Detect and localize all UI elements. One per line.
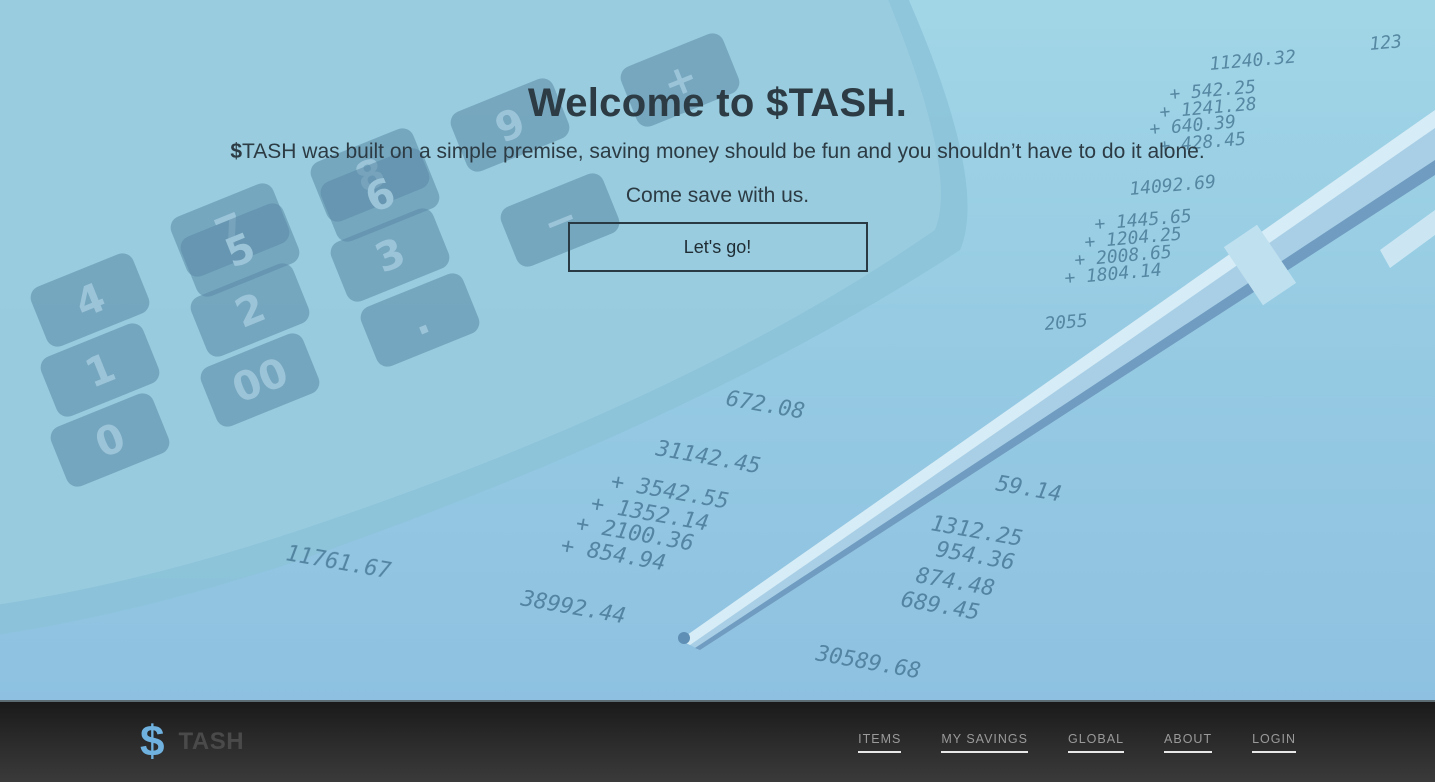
subtitle-dollar-sign: $ xyxy=(230,140,242,163)
lets-go-button[interactable]: Let's go! xyxy=(567,222,868,272)
nav-link-global[interactable]: GLOBAL xyxy=(1068,732,1125,753)
subtitle-text: TASH was built on a simple premise, savi… xyxy=(242,140,1205,163)
dollar-icon: $ xyxy=(140,717,165,766)
ledger-figure: 123 xyxy=(1369,31,1403,55)
nav-link-items[interactable]: ITEMS xyxy=(858,732,902,753)
brand-logo[interactable]: $ TASH xyxy=(140,718,244,766)
nav-link-login[interactable]: LOGIN xyxy=(1252,732,1296,753)
nav-link-my-savings[interactable]: MY SAVINGS xyxy=(941,732,1028,753)
nav-link-about[interactable]: ABOUT xyxy=(1164,732,1213,753)
hero-content: Welcome to $TASH. $TASH was built on a s… xyxy=(0,78,1435,272)
hero-subtitle: $TASH was built on a simple premise, sav… xyxy=(230,138,1204,166)
bottom-navbar: $ TASH ITEMS MY SAVINGS GLOBAL ABOUT LOG… xyxy=(0,700,1435,782)
brand-name: TASH xyxy=(178,728,245,755)
nav-links: ITEMS MY SAVINGS GLOBAL ABOUT LOGIN xyxy=(858,732,1296,753)
hero-title: Welcome to $TASH. xyxy=(527,81,908,125)
hero-tagline: Come save with us. xyxy=(625,184,810,207)
ledger-figure: 2055 xyxy=(1044,310,1089,335)
hero-section: 789456123000.+− 12311240.32+ 542.25+ 124… xyxy=(0,0,1435,700)
